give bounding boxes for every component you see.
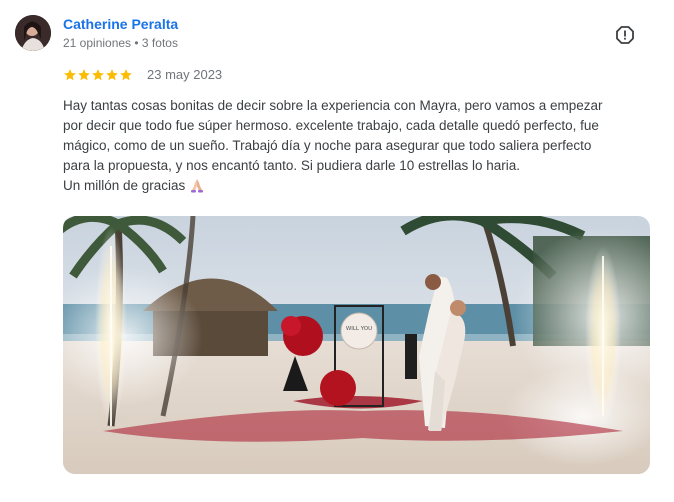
reviewer-name[interactable]: Catherine Peralta xyxy=(63,16,178,32)
review-closing: Un millón de gracias xyxy=(63,178,186,193)
review-text-line: por decir que todo fue súper hermoso. ex… xyxy=(63,118,599,133)
star-icon xyxy=(78,68,90,80)
review-photo[interactable]: WILL YOU xyxy=(63,216,650,474)
sign-text: WILL YOU xyxy=(346,326,372,332)
star-icon xyxy=(120,68,132,80)
star-icon xyxy=(64,68,76,80)
praying-hands-icon xyxy=(191,179,204,193)
review-date: 23 may 2023 xyxy=(147,67,223,82)
review-closing-line: Un millón de gracias xyxy=(63,176,653,196)
report-flag-icon[interactable] xyxy=(615,25,635,45)
star-icon xyxy=(92,68,104,80)
review-text-line: para la propuesta, y nos encantó tanto. … xyxy=(63,158,521,173)
rating-row: 23 may 2023 xyxy=(63,67,222,82)
review-text-line: mágico, como de un sueño. Trabajó día y … xyxy=(63,138,592,153)
reviewer-meta: 21 opiniones • 3 fotos xyxy=(63,36,178,50)
star-rating xyxy=(63,68,133,82)
reviewer-avatar[interactable] xyxy=(15,15,51,51)
star-icon xyxy=(106,68,118,80)
review-text: Hay tantas cosas bonitas de decir sobre … xyxy=(63,96,653,196)
review-text-line: Hay tantas cosas bonitas de decir sobre … xyxy=(63,98,603,113)
